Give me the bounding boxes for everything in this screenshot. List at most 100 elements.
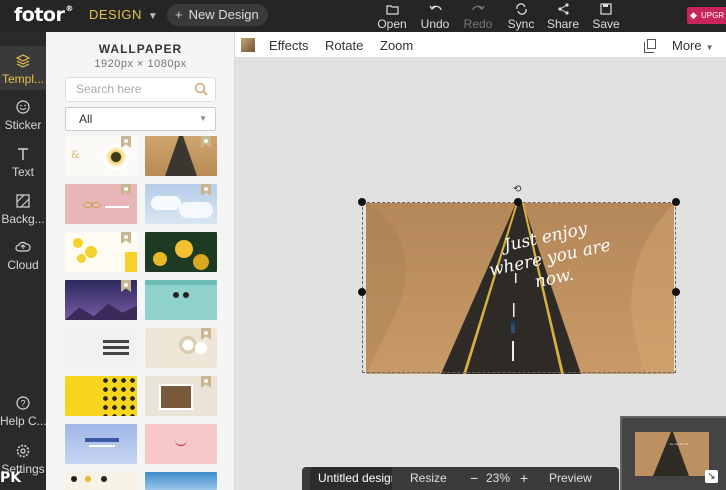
search-box — [65, 77, 216, 102]
sidebar-item-sticker[interactable]: Sticker — [0, 100, 46, 132]
bookmark-icon — [201, 376, 211, 388]
zoom-out-button[interactable]: − — [470, 467, 478, 490]
sidebar-item-background[interactable]: Backg... — [0, 194, 46, 226]
undo-label: Undo — [420, 17, 450, 31]
template-thumbnail[interactable] — [145, 472, 217, 490]
watermark-text: PK — [0, 470, 22, 486]
upgrade-button[interactable]: ◆ UPGR — [687, 7, 726, 24]
undo-icon — [413, 3, 457, 17]
panel-title: WALLPAPER — [98, 42, 183, 56]
sidebar-item-label: Sticker — [4, 118, 42, 132]
svg-text:~~~~: ~~~~ — [669, 441, 689, 448]
template-thumbnail[interactable] — [65, 232, 137, 272]
logo-registered-mark: ® — [65, 4, 73, 13]
share-button[interactable]: Share — [541, 3, 585, 31]
diamond-icon: ◆ — [690, 10, 697, 20]
design-menu[interactable]: DESIGN ▼ — [89, 7, 158, 22]
sidebar-item-cloud[interactable]: Cloud — [0, 240, 46, 272]
edit-toolbar: Effects Rotate Zoom More ▼ — [235, 32, 726, 58]
template-thumbnail[interactable] — [145, 280, 217, 320]
zoom-button[interactable]: Zoom — [380, 38, 413, 53]
icon-sidebar: Templ... Sticker Text Backg... Cloud ? H… — [0, 32, 46, 490]
new-design-label: New Design — [188, 7, 259, 22]
template-thumbnail[interactable] — [65, 472, 137, 490]
undo-button[interactable]: Undo — [413, 3, 457, 31]
category-select[interactable]: All ▼ — [65, 107, 216, 131]
wallpaper-panel: WALLPAPER 1920px × 1080px All ▼ & — [46, 32, 235, 490]
sidebar-item-templates[interactable]: Templ... — [0, 46, 46, 90]
sidebar-item-label: Text — [11, 165, 34, 179]
cloud-icon — [0, 240, 46, 258]
zoom-level: 23% — [486, 471, 511, 485]
template-thumbnail[interactable] — [65, 376, 137, 416]
bookmark-icon — [121, 184, 131, 196]
rotate-handle-icon[interactable]: ⟲ — [513, 184, 521, 195]
template-thumbnail[interactable] — [65, 280, 137, 320]
layers-icon — [0, 54, 46, 72]
template-thumbnail[interactable] — [145, 424, 217, 464]
bookmark-icon — [201, 184, 211, 196]
template-thumbnail[interactable] — [145, 232, 217, 272]
preview-button[interactable]: Preview — [549, 467, 592, 490]
text-icon — [0, 147, 46, 165]
background-icon — [0, 194, 46, 212]
design-name-field[interactable]: Untitled design — [310, 467, 392, 490]
bottom-bar: Untitled design Resize − 23% + Preview — [302, 467, 619, 490]
top-bar: fotor® DESIGN ▼ + New Design Open Undo Red… — [0, 0, 726, 32]
search-icon[interactable] — [194, 82, 208, 96]
template-thumbnail[interactable] — [145, 328, 217, 368]
save-icon — [584, 3, 628, 17]
copy-icon[interactable] — [644, 39, 656, 53]
more-label: More — [672, 38, 702, 53]
template-thumbnail[interactable] — [65, 424, 137, 464]
sync-icon — [499, 3, 543, 17]
zoom-in-button[interactable]: + — [520, 467, 528, 490]
fotor-logo[interactable]: fotor® — [14, 4, 73, 26]
open-label: Open — [377, 17, 407, 31]
collapse-minimap-icon[interactable]: ↘ — [705, 470, 718, 483]
template-thumbnail[interactable]: & — [65, 136, 137, 176]
resize-handle-right[interactable] — [672, 288, 680, 296]
template-thumbnail[interactable] — [65, 184, 137, 224]
upgrade-label: UPGR — [701, 11, 725, 20]
image-thumbnail-icon[interactable] — [241, 38, 255, 52]
bookmark-icon — [201, 328, 211, 340]
resize-handle-top-left[interactable] — [358, 198, 366, 206]
rotate-button[interactable]: Rotate — [325, 38, 363, 53]
svg-text:?: ? — [20, 399, 25, 409]
sidebar-item-help-center[interactable]: ? Help C... — [0, 396, 46, 428]
sidebar-item-label: Help C... — [0, 414, 46, 428]
sidebar-item-label: Templ... — [1, 72, 44, 86]
smile-icon — [0, 100, 46, 118]
sidebar-item-text[interactable]: Text — [0, 147, 46, 179]
template-thumbnail[interactable] — [145, 376, 217, 416]
more-menu[interactable]: More ▼ — [672, 38, 714, 53]
sync-button[interactable]: Sync — [499, 3, 543, 31]
template-thumbnail[interactable] — [145, 136, 217, 176]
template-thumbnail[interactable] — [145, 184, 217, 224]
panel-size: 1920px × 1080px — [94, 58, 187, 70]
help-icon: ? — [0, 396, 46, 414]
save-button[interactable]: Save — [584, 3, 628, 31]
resize-handle-top-right[interactable] — [672, 198, 680, 206]
resize-button[interactable]: Resize — [410, 467, 447, 490]
category-select-value: All — [79, 112, 93, 126]
effects-button[interactable]: Effects — [269, 38, 309, 53]
settings-icon — [0, 444, 46, 462]
share-icon — [541, 3, 585, 17]
bookmark-icon — [201, 136, 211, 148]
new-design-button[interactable]: + New Design — [167, 4, 268, 26]
chevron-down-icon: ▼ — [705, 43, 714, 52]
share-label: Share — [546, 17, 580, 31]
template-thumbnail[interactable] — [65, 328, 137, 368]
bookmark-icon — [121, 232, 131, 244]
save-label: Save — [592, 17, 620, 31]
selection-frame — [362, 202, 676, 373]
redo-button[interactable]: Redo — [456, 3, 500, 31]
search-input[interactable] — [76, 82, 186, 96]
resize-handle-left[interactable] — [358, 288, 366, 296]
resize-handle-top[interactable] — [514, 198, 522, 206]
open-button[interactable]: Open — [370, 3, 414, 31]
sidebar-item-label: Cloud — [7, 258, 39, 272]
sync-label: Sync — [507, 17, 535, 31]
